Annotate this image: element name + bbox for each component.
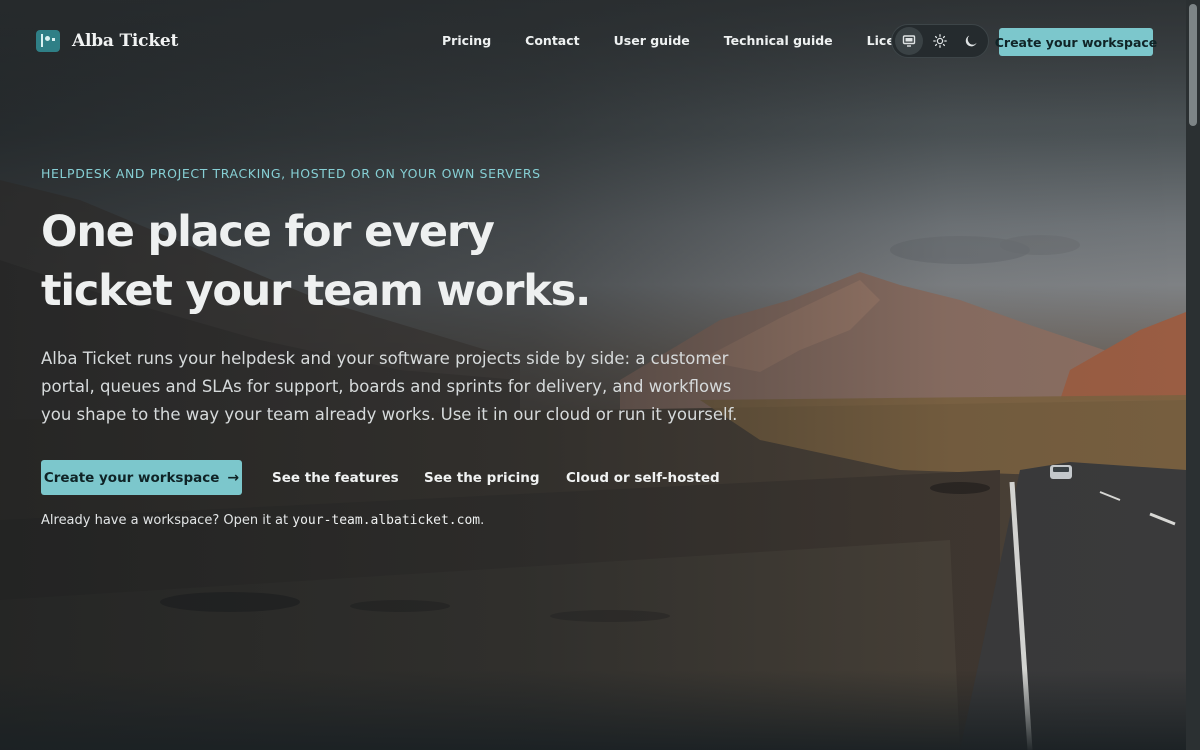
- site-header: Alba Ticket Pricing Contact User guide T…: [0, 0, 1186, 84]
- theme-light-button[interactable]: [926, 27, 954, 55]
- brand-name: Alba Ticket: [72, 31, 179, 51]
- theme-dark-button[interactable]: [957, 27, 985, 55]
- brand-logo-link[interactable]: Alba Ticket: [36, 30, 178, 52]
- signin-note: Already have a workspace? Open it at you…: [41, 513, 484, 528]
- alba-ticket-logo-icon: [36, 30, 60, 52]
- hero-description-line: portal, queues and SLAs for support, boa…: [41, 377, 732, 396]
- create-workspace-button-label: Create your workspace: [43, 469, 220, 486]
- see-pricing-link[interactable]: See the pricing: [424, 470, 540, 486]
- arrow-right-icon: →: [227, 469, 240, 486]
- moon-icon: [965, 35, 977, 47]
- hero-title: One place for every ticket your team wor…: [41, 203, 681, 321]
- hero-title-line: One place for every: [41, 207, 495, 257]
- cloud-or-self-hosted-link[interactable]: Cloud or self-hosted: [566, 470, 720, 486]
- signin-note-prefix: Already have a workspace? Open it at: [41, 513, 293, 528]
- create-workspace-header-button[interactable]: Create your workspace: [995, 28, 1157, 56]
- hero-title-line: ticket your team works.: [41, 266, 591, 316]
- see-features-link[interactable]: See the features: [272, 470, 399, 486]
- sun-icon: [933, 34, 947, 48]
- nav-item-technical-guide[interactable]: Technical guide: [724, 33, 833, 48]
- signin-note-suffix: .: [480, 513, 485, 528]
- nav-item-contact[interactable]: Contact: [525, 33, 579, 48]
- hero-description-line: you shape to the way your team already w…: [41, 405, 738, 424]
- hero-description: Alba Ticket runs your helpdesk and your …: [41, 345, 738, 429]
- nav-item-pricing[interactable]: Pricing: [442, 33, 491, 48]
- create-workspace-button[interactable]: Create your workspace →: [41, 460, 242, 495]
- theme-toggle: [891, 24, 989, 58]
- scrollbar-thumb[interactable]: [1189, 4, 1197, 126]
- page-scrollbar[interactable]: [1186, 0, 1200, 750]
- workspace-domain-link[interactable]: your-team.albaticket.com: [292, 513, 480, 528]
- theme-system-button[interactable]: [895, 27, 923, 55]
- hero-description-line: Alba Ticket runs your helpdesk and your …: [41, 349, 729, 368]
- nav-item-user-guide[interactable]: User guide: [614, 33, 690, 48]
- hero-eyebrow: HELPDESK AND PROJECT TRACKING, HOSTED OR…: [41, 166, 541, 181]
- monitor-icon: [902, 35, 916, 47]
- main-nav: Pricing Contact User guide Technical gui…: [442, 33, 927, 48]
